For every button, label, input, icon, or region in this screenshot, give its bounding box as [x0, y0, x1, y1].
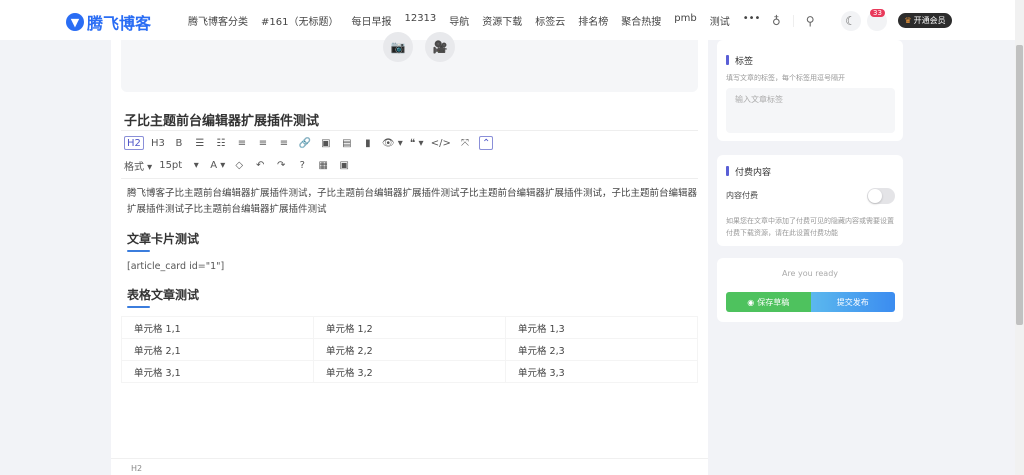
toolbar-button[interactable]: 格式 ▾ [124, 158, 152, 173]
table-cell[interactable]: 单元格 2,3 [505, 338, 698, 361]
nav-item[interactable]: pmb [674, 13, 696, 28]
toolbar-button[interactable]: ≡ [277, 136, 291, 150]
toolbar-button[interactable]: ▾ [189, 158, 203, 172]
toolbar-button[interactable]: ? [295, 158, 309, 172]
paid-toggle[interactable] [867, 188, 895, 204]
toolbar-button[interactable]: H3 [151, 136, 165, 150]
heading-article-card[interactable]: 文章卡片测试 [127, 230, 199, 252]
dark-mode-icon[interactable]: ☾ [840, 11, 861, 31]
nav-item[interactable]: 聚合热搜 [621, 13, 661, 28]
toolbar-button[interactable]: ⌃ [478, 136, 494, 150]
table-cell[interactable]: 单元格 3,3 [505, 360, 698, 383]
editor-panel: 📷 🎥 子比主题前台编辑器扩展插件测试 H2 H3 B ☰ ☷ ≡ ≡ ≡ 🔗 ▣ ▤ ▮ 👁 ▾ ❝ ▾… [111, 32, 708, 475]
save-draft-button[interactable]: ◉ 保存草稿 [726, 292, 811, 312]
toolbar-button[interactable]: 15pt [159, 158, 182, 172]
table-cell[interactable]: 单元格 2,2 [313, 338, 506, 361]
vip-button[interactable]: ♛ 开通会员 [898, 13, 952, 28]
toolbar-button[interactable]: </> [431, 136, 451, 150]
table-row: 单元格 2,1 单元格 2,2 单元格 2,3 [121, 338, 698, 361]
submit-button[interactable]: 提交发布 [810, 292, 895, 312]
table-cell[interactable]: 单元格 1,1 [121, 316, 314, 339]
tags-title: 标签 [726, 54, 753, 67]
nav-item[interactable]: 标签云 [535, 13, 565, 28]
nav-item[interactable]: 导航 [449, 13, 469, 28]
vip-label: 开通会员 [913, 16, 946, 25]
toolbar-row-1: H2 H3 B ☰ ☷ ≡ ≡ ≡ 🔗 ▣ ▤ ▮ 👁 ▾ ❝ ▾ </> ⤧ ⌃ [124, 136, 494, 150]
nav-item[interactable]: 测试 [710, 13, 730, 28]
toolbar-button[interactable]: ≡ [256, 136, 270, 150]
toolbar-row-2: 格式 ▾ 15pt ▾ A ▾ ◇ ↶ ↷? ▦ ▣ [124, 158, 351, 173]
toolbar-button[interactable]: H2 [124, 136, 144, 150]
paid-hint: 如果您在文章中添加了付费可见的隐藏内容或需要设置付费下载资源，请在此设置付费功能 [726, 217, 894, 237]
scrollbar-thumb[interactable] [1016, 45, 1023, 325]
table-cell[interactable]: 单元格 1,3 [505, 316, 698, 339]
toolbar-button[interactable]: ≡ [235, 136, 249, 150]
toolbar-button[interactable]: ▤ [340, 136, 354, 150]
paid-title: 付费内容 [726, 165, 771, 178]
logo[interactable]: ▼ 腾飞博客 [66, 10, 151, 34]
heading-table[interactable]: 表格文章测试 [127, 286, 199, 308]
toolbar-button[interactable]: ▦ [316, 158, 330, 172]
publish-card: Are you ready ◉ 保存草稿 提交发布 [717, 258, 903, 322]
tags-input[interactable]: 输入文章标签 [726, 88, 895, 133]
toolbar-button[interactable]: ⤧ [458, 136, 472, 150]
status-bar: H2 [111, 458, 708, 475]
table-cell[interactable]: 单元格 1,2 [313, 316, 506, 339]
toolbar-button[interactable]: ↷ [274, 158, 288, 172]
paid-card: 付费内容 内容付费 如果您在文章中添加了付费可见的隐藏内容或需要设置付费下载资源… [717, 155, 903, 246]
post-title[interactable]: 子比主题前台编辑器扩展插件测试 [124, 110, 319, 129]
toolbar-button[interactable]: ▣ [319, 136, 333, 150]
header: ▼ 腾飞博客 腾飞博客分类 #161（无标题） 每日早报 12313 导航 资源下载 标签云排… [0, 0, 1015, 40]
search-icon[interactable]: ⚲ [806, 14, 815, 28]
table-row: 单元格 3,1 单元格 3,2 单元格 3,3 [121, 360, 698, 383]
camera-icon[interactable]: 📷 [383, 32, 413, 62]
nav-item[interactable]: #161（无标题） [261, 13, 338, 28]
table-row: 单元格 1,1 单元格 1,2 单元格 1,3 [121, 316, 698, 339]
tags-card: 标签 填写文章的标签，每个标签用逗号隔开 输入文章标签 [717, 40, 903, 141]
nav-item[interactable]: 12313 [404, 13, 436, 28]
nav-item[interactable]: ••• [743, 13, 761, 28]
table-cell[interactable]: 单元格 3,1 [121, 360, 314, 383]
ready-text: Are you ready [781, 269, 839, 278]
paragraph[interactable]: 腾飞博客子比主题前台编辑器扩展插件测试，子比主题前台编辑器扩展插件测试子比主题前… [127, 186, 697, 218]
table-cell[interactable]: 单元格 3,2 [313, 360, 506, 383]
logo-icon: ▼ [66, 13, 84, 31]
table-cell[interactable]: 单元格 2,1 [121, 338, 314, 361]
main-nav: 腾飞博客分类 #161（无标题） 每日早报 12313 导航 资源下载 标签云 排名榜 聚合热搜… [188, 13, 760, 28]
toolbar-button[interactable]: 👁 ▾ [382, 136, 403, 150]
nav-item[interactable]: 每日早报 [351, 13, 391, 28]
toolbar-button[interactable]: ❝ ▾ [410, 136, 424, 150]
toolbar-button[interactable]: ↶ [253, 158, 267, 172]
logo-text: 腾飞博客 [87, 14, 152, 33]
media-upload-area: 📷 🎥 [121, 32, 698, 92]
toolbar-button[interactable]: 🔗 [298, 136, 312, 150]
toolbar-button[interactable]: ▮ [361, 136, 375, 150]
content-table: 单元格 1,1 单元格 1,2 单元格 1,3 单元格 2,1 单元格 2,2 单元格 2… [121, 316, 698, 383]
nav-item[interactable]: 资源下载 [482, 13, 522, 28]
toolbar-button[interactable]: ◇ [232, 158, 246, 172]
toolbar-button[interactable]: ☷ [214, 136, 228, 150]
notification-badge: 33 [870, 9, 885, 17]
nav-item[interactable]: 排名榜 [578, 13, 608, 28]
tags-hint: 填写文章的标签，每个标签用逗号隔开 [726, 74, 845, 82]
toolbar-button[interactable]: ☰ [193, 136, 207, 150]
toolbar-button[interactable]: A ▾ [210, 158, 225, 172]
nav-item[interactable]: 腾飞博客分类 [188, 13, 248, 28]
toolbar-button[interactable]: ▣ [337, 158, 351, 172]
scrollbar[interactable] [1015, 0, 1024, 475]
shortcode[interactable]: [article_card id="1"] [127, 261, 224, 272]
video-icon[interactable]: 🎥 [425, 32, 455, 62]
toolbar-button[interactable]: B [172, 136, 186, 150]
bulb-icon[interactable]: ♁ [772, 14, 781, 28]
crown-icon: ♛ [904, 16, 912, 25]
save-label: 保存草稿 [757, 297, 790, 307]
save-icon: ◉ [747, 297, 755, 307]
